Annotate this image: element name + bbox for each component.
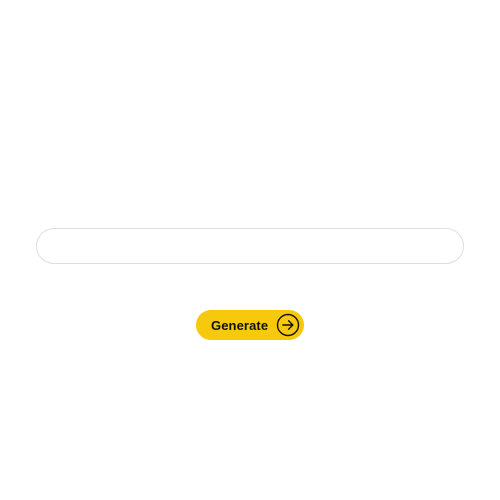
generate-button-label: Generate bbox=[211, 317, 269, 333]
arrow-right-circle-icon bbox=[276, 313, 300, 337]
generate-button[interactable]: Generate bbox=[196, 310, 304, 340]
prompt-input[interactable] bbox=[36, 228, 464, 264]
page: Generate bbox=[0, 0, 500, 500]
